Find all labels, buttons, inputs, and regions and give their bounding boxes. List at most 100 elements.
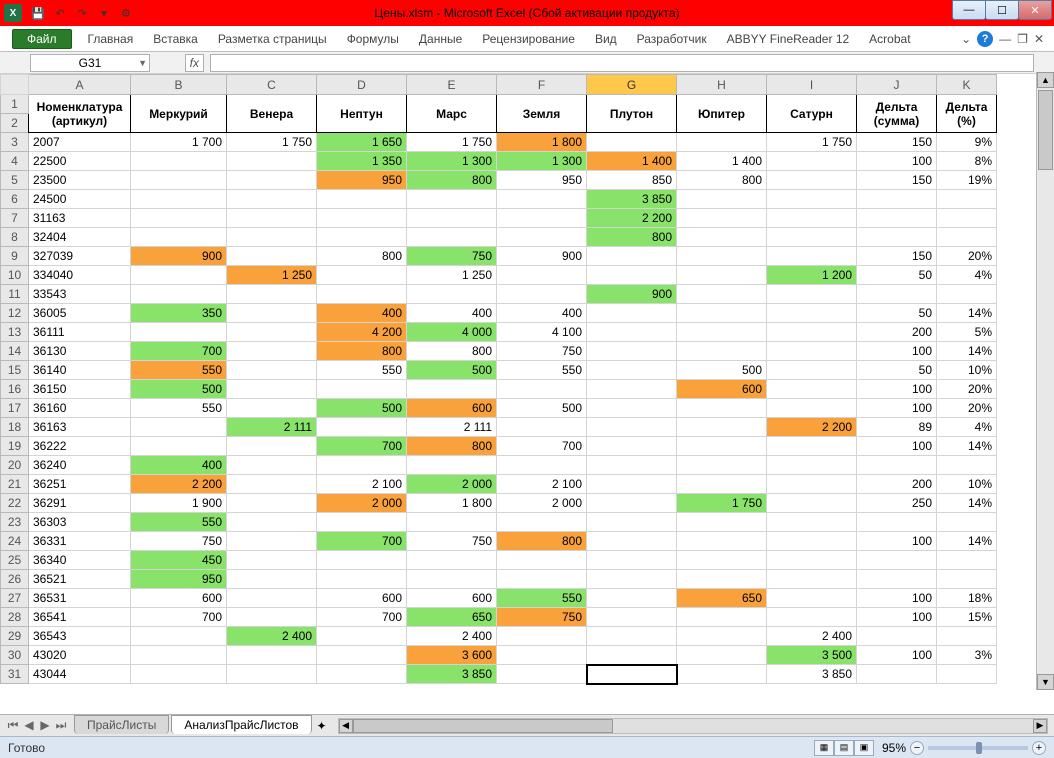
cell[interactable]: [677, 608, 767, 627]
cell[interactable]: 800: [407, 171, 497, 190]
cell[interactable]: 50: [857, 266, 937, 285]
cell[interactable]: 750: [407, 247, 497, 266]
close-button[interactable]: ✕: [1018, 0, 1052, 20]
cell[interactable]: 400: [407, 304, 497, 323]
doc-minimize-icon[interactable]: —: [999, 32, 1011, 46]
cell[interactable]: [677, 190, 767, 209]
cell[interactable]: 14%: [937, 342, 997, 361]
zoom-slider[interactable]: [928, 746, 1028, 750]
cell[interactable]: [317, 627, 407, 646]
cell[interactable]: 2 111: [227, 418, 317, 437]
table-header-cell[interactable]: Сатурн: [767, 95, 857, 133]
column-header[interactable]: J: [857, 75, 937, 95]
cell[interactable]: 3 850: [767, 665, 857, 684]
cell[interactable]: [857, 285, 937, 304]
doc-close-icon[interactable]: ✕: [1034, 32, 1044, 46]
cell[interactable]: [857, 228, 937, 247]
column-header[interactable]: B: [131, 75, 227, 95]
cell[interactable]: 36543: [29, 627, 131, 646]
cell[interactable]: 400: [317, 304, 407, 323]
cell[interactable]: 950: [131, 570, 227, 589]
cell[interactable]: [767, 494, 857, 513]
row-header[interactable]: 12: [1, 304, 29, 323]
cell[interactable]: [857, 570, 937, 589]
cell[interactable]: 1 400: [587, 152, 677, 171]
cell[interactable]: 2 400: [407, 627, 497, 646]
cell[interactable]: [407, 228, 497, 247]
cell[interactable]: 327039: [29, 247, 131, 266]
ribbon-tab[interactable]: Формулы: [337, 26, 409, 51]
scroll-thumb[interactable]: [1038, 90, 1053, 170]
cell[interactable]: 36163: [29, 418, 131, 437]
cell[interactable]: 2 100: [317, 475, 407, 494]
row-header[interactable]: 23: [1, 513, 29, 532]
cell[interactable]: 14%: [937, 437, 997, 456]
cell[interactable]: 700: [317, 608, 407, 627]
cell[interactable]: [317, 551, 407, 570]
cell[interactable]: [227, 228, 317, 247]
cell[interactable]: 1 300: [497, 152, 587, 171]
ribbon-tab[interactable]: Вид: [585, 26, 627, 51]
column-header[interactable]: H: [677, 75, 767, 95]
table-header-cell[interactable]: Земля: [497, 95, 587, 133]
cell[interactable]: 8%: [937, 152, 997, 171]
row-header[interactable]: 19: [1, 437, 29, 456]
cell[interactable]: [937, 551, 997, 570]
cell[interactable]: [587, 570, 677, 589]
cell[interactable]: 50: [857, 304, 937, 323]
cell[interactable]: 700: [497, 437, 587, 456]
ribbon-minimize-icon[interactable]: ⌄: [961, 32, 971, 46]
cell[interactable]: 24500: [29, 190, 131, 209]
row-header[interactable]: 27: [1, 589, 29, 608]
cell[interactable]: 43020: [29, 646, 131, 665]
cell[interactable]: [677, 342, 767, 361]
cell[interactable]: 3 500: [767, 646, 857, 665]
cell[interactable]: [227, 475, 317, 494]
cell[interactable]: [767, 551, 857, 570]
cell[interactable]: 1 400: [677, 152, 767, 171]
ribbon-tab[interactable]: Вставка: [143, 26, 208, 51]
cell[interactable]: 700: [131, 342, 227, 361]
cell[interactable]: [767, 399, 857, 418]
column-header[interactable]: F: [497, 75, 587, 95]
cell[interactable]: [767, 228, 857, 247]
cell[interactable]: 4 100: [497, 323, 587, 342]
cell[interactable]: [497, 665, 587, 684]
cell[interactable]: 334040: [29, 266, 131, 285]
cell[interactable]: [587, 342, 677, 361]
cell[interactable]: [767, 608, 857, 627]
cell[interactable]: [767, 437, 857, 456]
cell[interactable]: 800: [407, 437, 497, 456]
cell[interactable]: [227, 152, 317, 171]
cell[interactable]: [767, 171, 857, 190]
zoom-in-button[interactable]: +: [1032, 741, 1046, 755]
cell[interactable]: [587, 513, 677, 532]
cell[interactable]: 200: [857, 475, 937, 494]
cell[interactable]: [317, 646, 407, 665]
cell[interactable]: 800: [497, 532, 587, 551]
cell[interactable]: [317, 570, 407, 589]
ribbon-tab[interactable]: ABBYY FineReader 12: [717, 26, 860, 51]
cell[interactable]: 36150: [29, 380, 131, 399]
cell[interactable]: 14%: [937, 494, 997, 513]
row-header[interactable]: 24: [1, 532, 29, 551]
cell[interactable]: [131, 285, 227, 304]
file-tab[interactable]: Файл: [12, 29, 72, 49]
table-header-cell[interactable]: Юпитер: [677, 95, 767, 133]
help-icon[interactable]: ?: [977, 31, 993, 47]
cell[interactable]: [227, 646, 317, 665]
cell[interactable]: 2007: [29, 133, 131, 152]
cell[interactable]: [587, 551, 677, 570]
row-header[interactable]: 25: [1, 551, 29, 570]
cell[interactable]: [767, 456, 857, 475]
cell[interactable]: [857, 551, 937, 570]
cell[interactable]: [497, 228, 587, 247]
cell[interactable]: [857, 627, 937, 646]
cell[interactable]: 900: [131, 247, 227, 266]
ribbon-tab[interactable]: Рецензирование: [472, 26, 585, 51]
cell[interactable]: [407, 380, 497, 399]
cell[interactable]: 850: [587, 171, 677, 190]
cell[interactable]: [227, 190, 317, 209]
cell[interactable]: 36160: [29, 399, 131, 418]
sheet-nav-button[interactable]: ⏮: [6, 718, 20, 733]
